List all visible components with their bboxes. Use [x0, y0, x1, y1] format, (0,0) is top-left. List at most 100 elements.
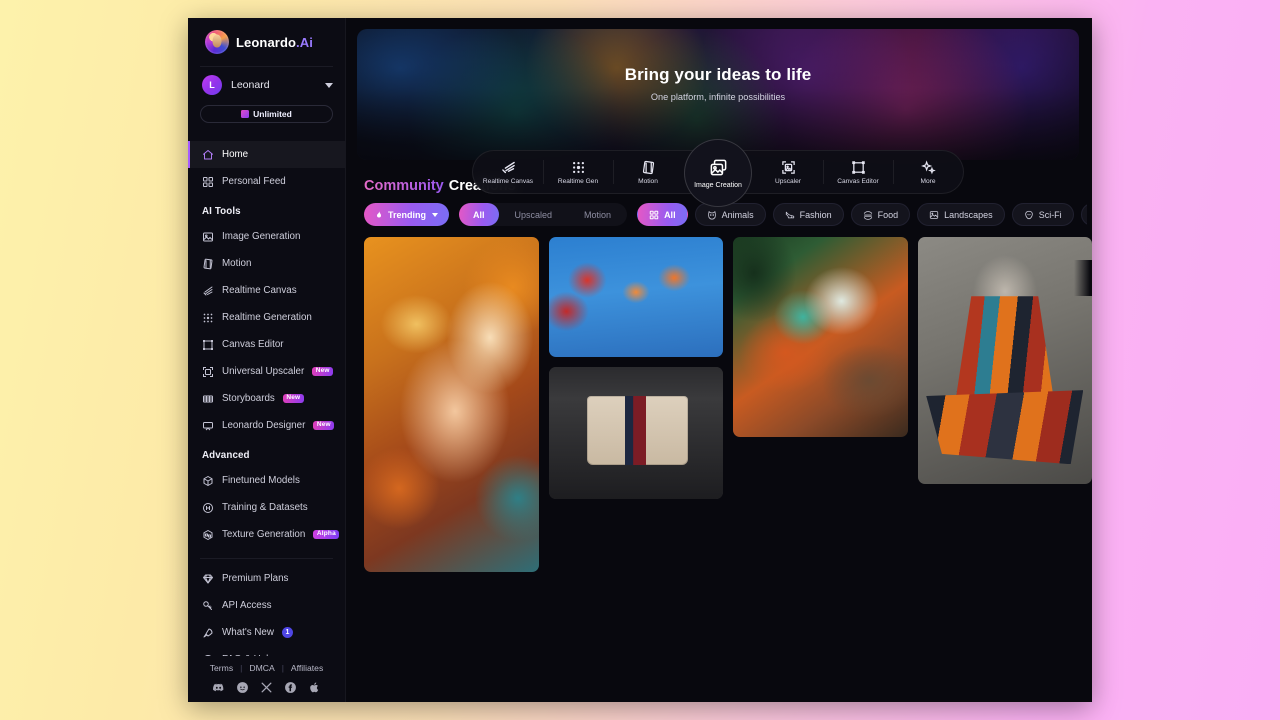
plan-label: Unlimited: [253, 109, 292, 119]
sidebar-item-motion[interactable]: Motion: [188, 250, 345, 277]
artwork-image: [917, 237, 1092, 484]
tool-image-creation[interactable]: Image Creation: [684, 139, 752, 207]
brand-logo-row[interactable]: Leonardo.Ai: [188, 18, 345, 66]
dots-grid-icon: [571, 160, 586, 175]
gallery-card-coral-mushrooms[interactable]: [548, 237, 723, 357]
gallery-card-chameleon-closeup[interactable]: [733, 237, 908, 437]
sidebar-item-label: FAQ & Help: [222, 654, 274, 656]
gallery-card-golden-mask-portrait[interactable]: [364, 237, 539, 572]
reddit-icon[interactable]: [236, 681, 249, 694]
sidebar-item-label: Realtime Canvas: [222, 285, 297, 296]
sidebar-nav: Home Personal Feed AI Tools Image Genera…: [188, 123, 345, 656]
sidebar-item-universal-upscaler[interactable]: Universal Upscaler New: [188, 358, 345, 385]
sidebar-item-personal-feed[interactable]: Personal Feed: [188, 168, 345, 195]
sidebar-item-label: Image Generation: [222, 231, 301, 242]
sidebar-item-label: Training & Datasets: [222, 502, 308, 513]
segment-motion[interactable]: Motion: [568, 203, 627, 226]
tool-more[interactable]: More: [893, 151, 963, 193]
segment-all[interactable]: All: [459, 203, 499, 226]
diamond-icon: [202, 573, 214, 585]
dataset-icon: [202, 502, 214, 514]
tool-label: Image Creation: [694, 181, 742, 189]
help-icon: [202, 654, 214, 656]
sidebar-item-premium-plans[interactable]: Premium Plans: [188, 565, 345, 592]
sidebar-item-label: Realtime Generation: [222, 312, 312, 323]
sidebar-item-training-datasets[interactable]: Training & Datasets: [188, 494, 345, 521]
footer-link-terms[interactable]: Terms: [210, 663, 233, 673]
category-label: All: [664, 209, 676, 220]
tool-realtime-gen[interactable]: Realtime Gen: [543, 151, 613, 193]
sidebar-item-finetuned-models[interactable]: Finetuned Models: [188, 467, 345, 494]
tool-realtime-canvas[interactable]: Realtime Canvas: [473, 151, 543, 193]
sidebar-item-canvas-editor[interactable]: Canvas Editor: [188, 331, 345, 358]
sidebar-item-image-generation[interactable]: Image Generation: [188, 223, 345, 250]
tool-label: Realtime Canvas: [482, 177, 534, 185]
sidebar-item-label: Universal Upscaler: [222, 366, 305, 377]
sidebar-item-realtime-generation[interactable]: Realtime Generation: [188, 304, 345, 331]
category-chip-vehicles[interactable]: Veh: [1080, 203, 1087, 226]
brush-icon: [202, 285, 214, 297]
tool-motion[interactable]: Motion: [613, 151, 683, 193]
gallery-card-striped-handbag[interactable]: [548, 367, 723, 499]
category-label: Food: [877, 209, 899, 220]
category-chip-animals[interactable]: Animals: [694, 203, 766, 226]
sidebar-item-label: What's New: [222, 627, 274, 638]
category-label: Sci-Fi: [1038, 209, 1062, 220]
film-icon: [641, 160, 656, 175]
status-badge: Alpha: [313, 529, 340, 540]
grid-icon: [202, 176, 214, 188]
hero-title: Bring your ideas to life: [624, 65, 812, 84]
frame-icon: [202, 339, 214, 351]
storyboard-icon: [202, 393, 214, 405]
user-switcher[interactable]: L Leonard: [188, 67, 345, 99]
category-chip-sci-fi[interactable]: Sci-Fi: [1011, 203, 1074, 226]
cat-icon: [707, 210, 717, 220]
plan-badge-unlimited[interactable]: Unlimited: [200, 105, 333, 123]
user-name: Leonard: [231, 79, 270, 91]
tool-canvas-editor[interactable]: Canvas Editor: [823, 151, 893, 193]
sparkle-icon: [920, 159, 936, 175]
apple-icon[interactable]: [308, 681, 321, 694]
sidebar-item-home[interactable]: Home: [188, 141, 345, 168]
tool-dock: Realtime Canvas Realtime Gen Motion Imag…: [357, 139, 1079, 207]
category-chip-landscapes[interactable]: Landscapes: [917, 203, 1005, 226]
tool-upscaler[interactable]: Upscaler: [753, 151, 823, 193]
category-chip-food[interactable]: Food: [850, 203, 911, 226]
discord-icon[interactable]: [212, 681, 225, 694]
facebook-icon[interactable]: [284, 681, 297, 694]
sidebar-item-label: Motion: [222, 258, 252, 269]
sidebar-item-api-access[interactable]: API Access: [188, 592, 345, 619]
grid-icon: [649, 210, 659, 220]
upscale-icon: [781, 160, 796, 175]
x-icon[interactable]: [260, 681, 273, 694]
sidebar-item-faq-help[interactable]: FAQ & Help: [188, 646, 345, 656]
footer-link-dmca[interactable]: DMCA: [249, 663, 274, 673]
dots-grid-icon: [202, 312, 214, 324]
sidebar-item-leonardo-designer[interactable]: Leonardo Designer New: [188, 412, 345, 439]
sidebar-item-texture-generation[interactable]: Texture Generation Alpha: [188, 521, 345, 548]
sidebar-item-storyboards[interactable]: Storyboards New: [188, 385, 345, 412]
artwork-image: [364, 237, 539, 572]
rocket-icon: [202, 627, 214, 639]
status-badge: New: [282, 393, 304, 404]
social-links: [198, 681, 335, 694]
brand-name: Leonardo: [236, 34, 297, 50]
segment-upscaled[interactable]: Upscaled: [499, 203, 569, 226]
sidebar-item-label: Leonardo Designer: [222, 420, 306, 431]
tool-label: Motion: [638, 177, 658, 185]
artwork-image: [548, 367, 723, 499]
tool-dock-inner: Realtime Canvas Realtime Gen Motion Imag…: [472, 139, 964, 207]
community-gallery: [364, 237, 1092, 647]
film-icon: [202, 258, 214, 270]
category-label: Landscapes: [944, 209, 993, 220]
category-chip-fashion[interactable]: Fashion: [772, 203, 844, 226]
sidebar-item-whats-new[interactable]: What's New 1: [188, 619, 345, 646]
footer-separator: |: [281, 663, 284, 673]
gallery-card-geometric-dress-model[interactable]: [917, 237, 1092, 484]
sidebar-item-realtime-canvas[interactable]: Realtime Canvas: [188, 277, 345, 304]
trending-dropdown[interactable]: Trending: [364, 203, 449, 226]
category-chip-all[interactable]: All: [637, 203, 688, 226]
hero-subtitle: One platform, infinite possibilities: [650, 92, 786, 102]
burger-icon: [863, 210, 873, 220]
footer-link-affiliates[interactable]: Affiliates: [291, 663, 323, 673]
